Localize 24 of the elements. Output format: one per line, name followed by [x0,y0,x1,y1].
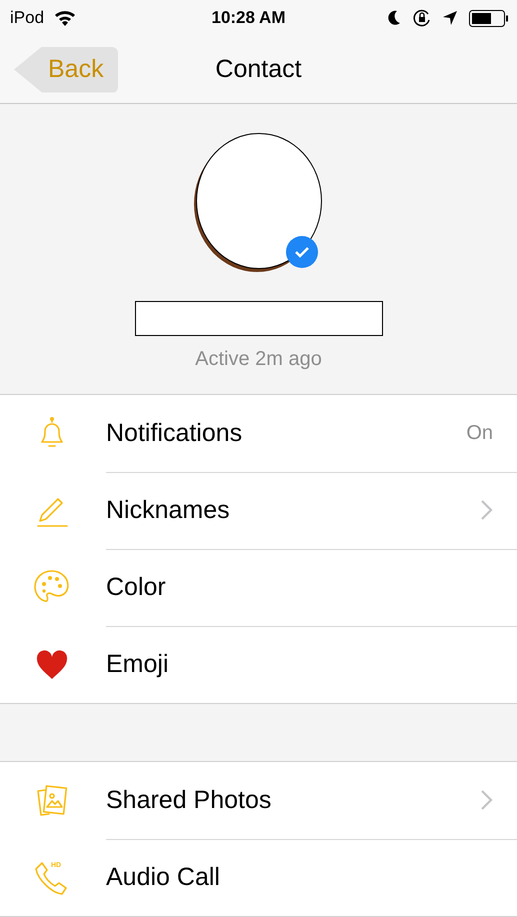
activity-status: Active 2m ago [195,348,322,371]
settings-row[interactable]: Color [0,549,517,626]
clock-time: 10:28 AM [210,8,286,28]
row-label: Color [106,572,167,602]
row-label: Nicknames [106,496,231,524]
row-label: Shared Photos [106,786,272,814]
settings-row[interactable]: Emoji [0,626,517,703]
wifi-icon [54,10,76,26]
row-label: Emoji [106,650,170,679]
row-label: Notifications [106,418,244,448]
heart-icon [36,650,68,680]
settings-row[interactable]: Shared Photos [0,762,517,839]
battery-icon [469,10,509,26]
moon-icon [387,10,401,26]
carrier-label: iPod [10,8,44,28]
rotation-lock-icon [413,9,431,27]
phone-icon [34,860,70,896]
row-value: On [466,422,493,444]
location-icon [443,11,457,25]
row-label: Audio Call [106,863,221,892]
settings-row[interactable]: Nicknames [0,472,517,549]
photos-icon [34,782,70,818]
page-title: Contact [215,55,302,84]
settings-row[interactable]: Notifications On [0,395,517,472]
